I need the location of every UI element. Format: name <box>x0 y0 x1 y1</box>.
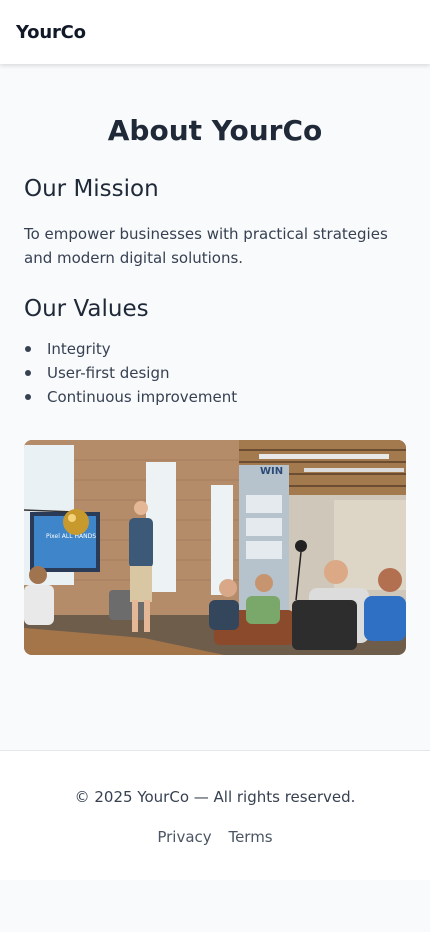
copyright-text: © 2025 YourCo — All rights reserved. <box>74 788 356 806</box>
footer-nav: Privacy Terms <box>0 828 430 846</box>
screen-text: Pixel ALL HANDS <box>46 533 96 540</box>
site-footer: © 2025 YourCo — All rights reserved. Pri… <box>0 750 430 880</box>
value-item-user-first: User-first design <box>24 361 237 385</box>
win-sign-text: WIN <box>260 466 283 477</box>
values-heading: Our Values <box>24 296 149 322</box>
privacy-link[interactable]: Privacy <box>157 828 211 846</box>
value-item-continuous-improvement: Continuous improvement <box>24 385 237 409</box>
values-list: Integrity User-first design Continuous i… <box>24 337 237 409</box>
team-meeting-photo: WIN Pixel ALL HANDS <box>24 440 406 655</box>
site-header: YourCo <box>0 0 430 64</box>
mission-heading: Our Mission <box>24 176 159 202</box>
page-title: About YourCo <box>107 114 323 147</box>
value-item-integrity: Integrity <box>24 337 237 361</box>
brand-logo[interactable]: YourCo <box>16 22 86 43</box>
mission-text: To empower businesses with practical str… <box>24 225 388 267</box>
terms-link[interactable]: Terms <box>228 828 272 846</box>
